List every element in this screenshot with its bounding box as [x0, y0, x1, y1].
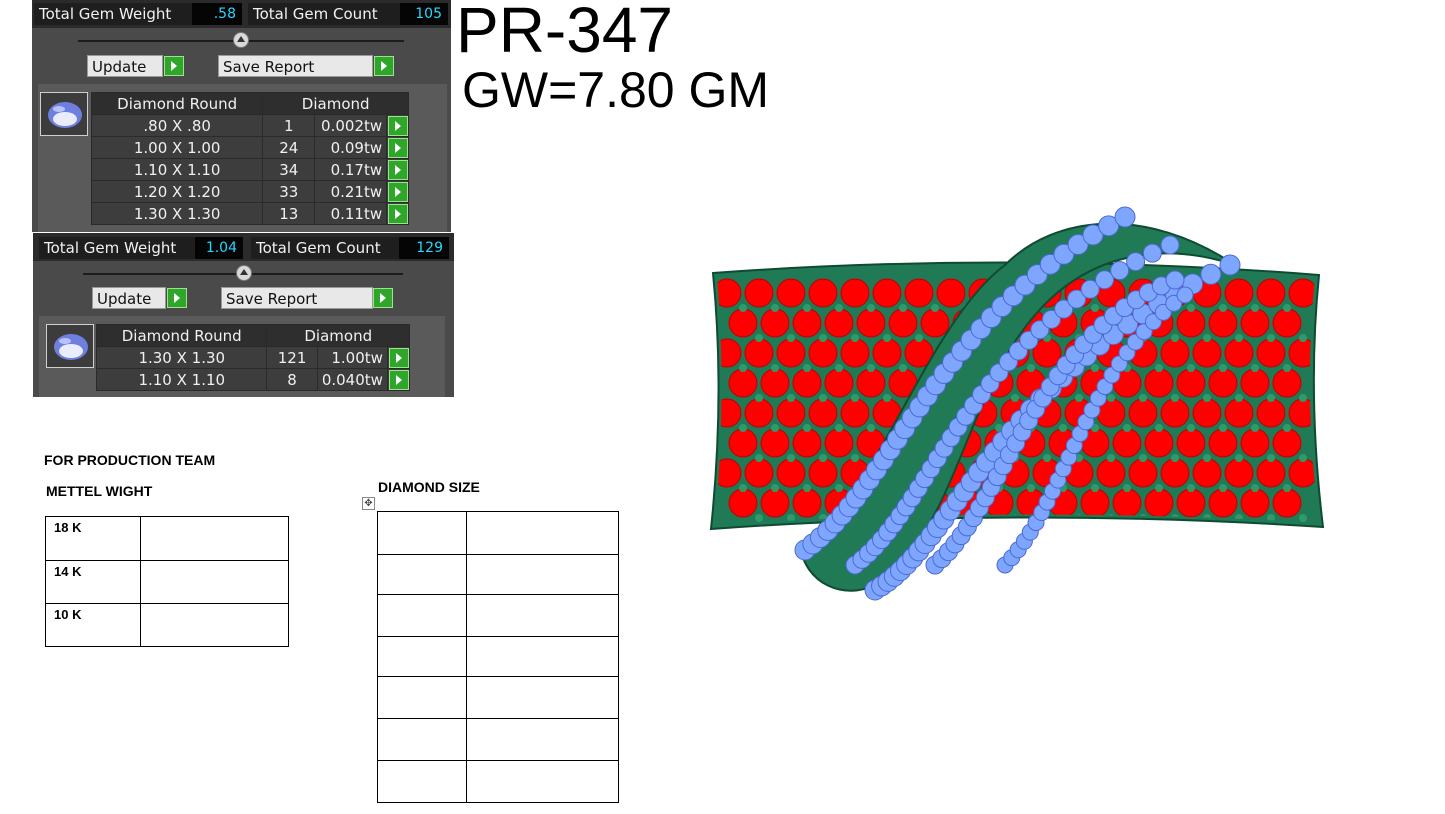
production-heading: FOR PRODUCTION TEAM — [44, 452, 216, 468]
move-handle-icon[interactable]: ✥ — [362, 497, 375, 510]
diamond-size-heading: DIAMOND SIZE — [378, 479, 480, 495]
table-row: 14 K — [45, 560, 289, 604]
table-row — [377, 554, 619, 595]
slider-knob-icon[interactable] — [233, 32, 249, 48]
table-row — [377, 594, 619, 637]
save-report-button[interactable]: Save Report — [218, 55, 373, 77]
total-gem-weight-value: .58 — [192, 3, 242, 25]
play-arrow-icon[interactable] — [373, 288, 393, 308]
play-arrow-icon[interactable] — [388, 370, 409, 390]
qty-cell: 33 — [262, 180, 316, 203]
weight-cell: 0.002tw — [314, 114, 388, 137]
product-code-title: PR-347 — [456, 0, 673, 66]
diamond-table-2: Diamond Round Diamond 1.30 X 1.30 121 1.… — [95, 324, 411, 391]
table-row: 18 K — [45, 516, 289, 561]
metal-karat-cell: 18 K — [45, 516, 141, 561]
column-header: Diamond — [262, 92, 409, 115]
save-report-button[interactable]: Save Report — [221, 287, 373, 309]
play-arrow-icon[interactable] — [167, 288, 187, 308]
table-row — [377, 636, 619, 677]
total-gem-count-label: Total Gem Count — [251, 237, 411, 259]
ring-render-image — [709, 206, 1325, 601]
qty-cell: 121 — [266, 346, 318, 369]
qty-cell: 8 — [266, 368, 318, 391]
column-header: Diamond Round — [95, 324, 268, 347]
qty-cell: 34 — [262, 158, 316, 181]
total-gem-count-value: 129 — [399, 237, 449, 259]
qty-cell: 1 — [262, 114, 316, 137]
weight-cell: 1.00tw — [316, 346, 388, 369]
size-cell: 1.10 X 1.10 — [90, 158, 264, 181]
play-arrow-icon[interactable] — [388, 116, 409, 136]
table-row: 1.30 X 1.30 13 0.11tw — [90, 202, 409, 225]
column-header: Diamond — [266, 324, 410, 347]
table-row: 10 K — [45, 603, 289, 647]
gem-report-panel-1: Total Gem Weight .58 Total Gem Count 105… — [32, 0, 451, 232]
table-row — [377, 511, 619, 555]
table-row — [377, 676, 619, 719]
play-arrow-icon[interactable] — [374, 56, 394, 76]
metal-weight-table: 18 K 14 K 10 K — [45, 516, 289, 647]
size-cell: 1.20 X 1.20 — [90, 180, 264, 203]
gem-report-panel-2: Total Gem Weight 1.04 Total Gem Count 12… — [33, 233, 454, 397]
play-arrow-icon[interactable] — [388, 160, 409, 180]
total-gem-weight-value: 1.04 — [195, 237, 243, 259]
diamond-table-1: Diamond Round Diamond .80 X .80 1 0.002t… — [90, 92, 409, 225]
total-gem-count-label: Total Gem Count — [248, 3, 408, 25]
total-gem-count-value: 105 — [400, 3, 448, 25]
play-arrow-icon[interactable] — [388, 348, 409, 368]
table-row: 1.10 X 1.10 34 0.17tw — [90, 158, 409, 181]
size-cell: 1.00 X 1.00 — [90, 136, 264, 159]
play-arrow-icon[interactable] — [164, 56, 184, 76]
metal-weight-input[interactable] — [140, 516, 289, 561]
table-row — [377, 760, 619, 803]
play-arrow-icon[interactable] — [388, 204, 409, 224]
table-row: 1.30 X 1.30 121 1.00tw — [95, 346, 411, 369]
metal-weight-input[interactable] — [140, 603, 289, 647]
size-cell: .80 X .80 — [90, 114, 264, 137]
table-row — [377, 718, 619, 761]
weight-cell: 0.21tw — [314, 180, 388, 203]
weight-cell: 0.09tw — [314, 136, 388, 159]
play-arrow-icon[interactable] — [388, 182, 409, 202]
table-row: .80 X .80 1 0.002tw — [90, 114, 409, 137]
weight-cell: 0.17tw — [314, 158, 388, 181]
table-row: 1.20 X 1.20 33 0.21tw — [90, 180, 409, 203]
weight-cell: 0.040tw — [316, 368, 388, 391]
metal-karat-cell: 10 K — [45, 603, 141, 647]
gross-weight-text: GW=7.80 GM — [462, 62, 770, 118]
size-cell: 1.30 X 1.30 — [95, 346, 268, 369]
table-row: 1.10 X 1.10 8 0.040tw — [95, 368, 411, 391]
weight-cell: 0.11tw — [314, 202, 388, 225]
update-button[interactable]: Update — [87, 55, 163, 77]
update-button[interactable]: Update — [92, 287, 166, 309]
gem-oval-icon — [46, 324, 94, 368]
size-cell: 1.30 X 1.30 — [90, 202, 264, 225]
qty-cell: 13 — [262, 202, 316, 225]
table-row: 1.00 X 1.00 24 0.09tw — [90, 136, 409, 159]
column-header: Diamond Round — [90, 92, 264, 115]
metal-weight-heading: METTEL WIGHT — [46, 483, 153, 499]
metal-karat-cell: 14 K — [45, 560, 141, 604]
metal-weight-input[interactable] — [140, 560, 289, 604]
gem-oval-icon — [40, 92, 88, 136]
play-arrow-icon[interactable] — [388, 138, 409, 158]
qty-cell: 24 — [262, 136, 316, 159]
diamond-size-table — [377, 511, 619, 803]
size-cell: 1.10 X 1.10 — [95, 368, 268, 391]
slider-knob-icon[interactable] — [236, 265, 252, 281]
